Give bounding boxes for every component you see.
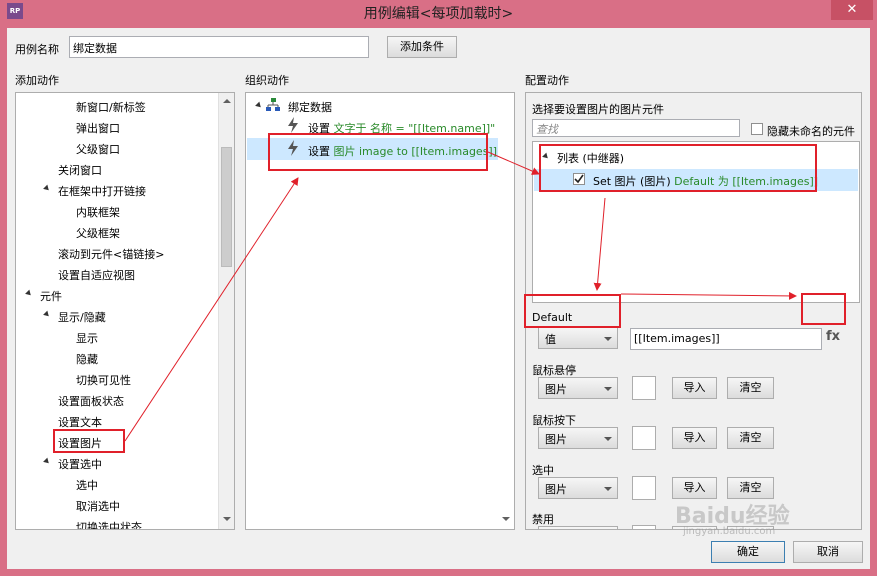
- tree-item-select[interactable]: 选中: [76, 477, 98, 493]
- ok-button[interactable]: 确定: [711, 541, 785, 563]
- state-select-pressed[interactable]: 图片: [538, 427, 618, 449]
- state-label-hover: 鼠标悬停: [532, 364, 576, 377]
- add-condition-button[interactable]: 添加条件: [387, 36, 457, 58]
- close-icon: ✕: [846, 2, 858, 17]
- case-name-label: 用例名称: [15, 43, 59, 56]
- config-action-header: 配置动作: [525, 74, 569, 87]
- tree-item-hide[interactable]: 隐藏: [76, 351, 98, 367]
- clear-button[interactable]: 清空: [727, 377, 774, 399]
- default-type-select[interactable]: 值: [538, 327, 618, 349]
- tree-item-show-hide[interactable]: 显示/隐藏: [58, 309, 106, 325]
- tree-item-parent-frame[interactable]: 父级框架: [76, 225, 120, 241]
- dialog-window: RP 用例编辑<每项加载时> ✕ 用例名称 绑定数据 添加条件 添加动作 组织动…: [0, 0, 877, 576]
- clear-button[interactable]: 清空: [727, 477, 774, 499]
- chevron-down-icon: [604, 337, 612, 341]
- scroll-down-icon[interactable]: [502, 517, 510, 521]
- state-label-selected: 选中: [532, 464, 554, 477]
- import-button[interactable]: 导入: [672, 427, 717, 449]
- state-select-disabled[interactable]: 图片: [538, 526, 618, 529]
- image-preview[interactable]: [632, 476, 656, 500]
- tree-item-open-in-frame[interactable]: 在框架中打开链接: [58, 183, 146, 199]
- import-button[interactable]: 导入: [672, 477, 717, 499]
- tree-item-scroll-to[interactable]: 滚动到元件<锚链接>: [58, 246, 164, 262]
- image-preview[interactable]: [632, 376, 656, 400]
- search-input[interactable]: 查找: [532, 119, 740, 137]
- select-widget-label: 选择要设置图片的图片元件: [532, 103, 664, 116]
- fx-button[interactable]: fx: [826, 329, 840, 344]
- case-name-input[interactable]: 绑定数据: [69, 36, 369, 58]
- tree-item-popup[interactable]: 弹出窗口: [76, 120, 120, 136]
- tree-item-inline-frame[interactable]: 内联框架: [76, 204, 120, 220]
- default-value-input[interactable]: [[Item.images]]: [630, 328, 822, 350]
- scrollbar[interactable]: [218, 93, 234, 529]
- highlight-box-fx: [801, 293, 846, 325]
- scroll-thumb[interactable]: [221, 147, 232, 267]
- chevron-down-icon: [604, 487, 612, 491]
- select-value: 图片: [545, 483, 567, 496]
- tree-item-close-window[interactable]: 关闭窗口: [58, 162, 102, 178]
- title-bar[interactable]: RP 用例编辑<每项加载时> ✕: [0, 0, 877, 24]
- expand-triangle-icon[interactable]: [25, 289, 33, 298]
- add-action-tree: 新窗口/新标签 弹出窗口 父级窗口 关闭窗口 在框架中打开链接 内联框架 父级框…: [15, 92, 235, 530]
- expand-triangle-icon[interactable]: [255, 101, 263, 110]
- tree-item-widgets[interactable]: 元件: [40, 288, 62, 304]
- chevron-down-icon: [604, 437, 612, 441]
- image-preview[interactable]: [632, 525, 656, 529]
- watermark-url: jingyan.baidu.com: [683, 526, 776, 537]
- dialog-body: 用例名称 绑定数据 添加条件 添加动作 组织动作 配置动作 新窗口/新标签 弹出…: [7, 28, 870, 569]
- tree-item-adaptive-view[interactable]: 设置自适应视图: [58, 267, 135, 283]
- import-button[interactable]: 导入: [672, 377, 717, 399]
- clear-button[interactable]: 清空: [727, 427, 774, 449]
- scroll-down-icon[interactable]: [223, 517, 231, 521]
- tree-item-set-selected[interactable]: 设置选中: [58, 456, 102, 472]
- image-preview[interactable]: [632, 426, 656, 450]
- state-label-pressed: 鼠标按下: [532, 414, 576, 427]
- chevron-down-icon: [604, 387, 612, 391]
- state-select-hover[interactable]: 图片: [538, 377, 618, 399]
- scroll-up-icon[interactable]: [223, 99, 231, 103]
- hide-unnamed-label: 隐藏未命名的元件: [767, 125, 855, 138]
- expand-triangle-icon[interactable]: [43, 310, 51, 319]
- lightning-icon: [288, 117, 298, 133]
- hide-unnamed-checkbox[interactable]: [751, 123, 763, 135]
- state-select-selected[interactable]: 图片: [538, 477, 618, 499]
- tree-item-show[interactable]: 显示: [76, 330, 98, 346]
- cancel-button[interactable]: 取消: [793, 541, 863, 563]
- close-button[interactable]: ✕: [831, 0, 873, 20]
- case-icon: [266, 98, 280, 111]
- highlight-box-select: [524, 294, 621, 328]
- tree-item-set-text[interactable]: 设置文本: [58, 414, 102, 430]
- tree-item-unselect[interactable]: 取消选中: [76, 498, 120, 514]
- tree-item-toggle-visibility[interactable]: 切换可见性: [76, 372, 131, 388]
- expand-triangle-icon[interactable]: [43, 184, 51, 193]
- default-select-value: 值: [545, 333, 556, 346]
- organize-action-header: 组织动作: [245, 74, 289, 87]
- window-title: 用例编辑<每项加载时>: [363, 6, 514, 22]
- tree-item-toggle-selected[interactable]: 切换选中状态: [76, 519, 142, 529]
- tree-item-set-panel-state[interactable]: 设置面板状态: [58, 393, 124, 409]
- add-action-header: 添加动作: [15, 74, 59, 87]
- select-value: 图片: [545, 433, 567, 446]
- tree-item-parent-window[interactable]: 父级窗口: [76, 141, 120, 157]
- highlight-box-set-image: [53, 429, 125, 453]
- state-label-disabled: 禁用: [532, 513, 554, 526]
- expand-triangle-icon[interactable]: [43, 457, 51, 466]
- highlight-box-action: [268, 133, 488, 171]
- scrollbar[interactable]: [498, 93, 514, 529]
- tree-item-new-window[interactable]: 新窗口/新标签: [76, 99, 146, 115]
- case-root-label[interactable]: 绑定数据: [288, 99, 332, 115]
- highlight-box-widget: [539, 144, 817, 192]
- select-value: 图片: [545, 383, 567, 396]
